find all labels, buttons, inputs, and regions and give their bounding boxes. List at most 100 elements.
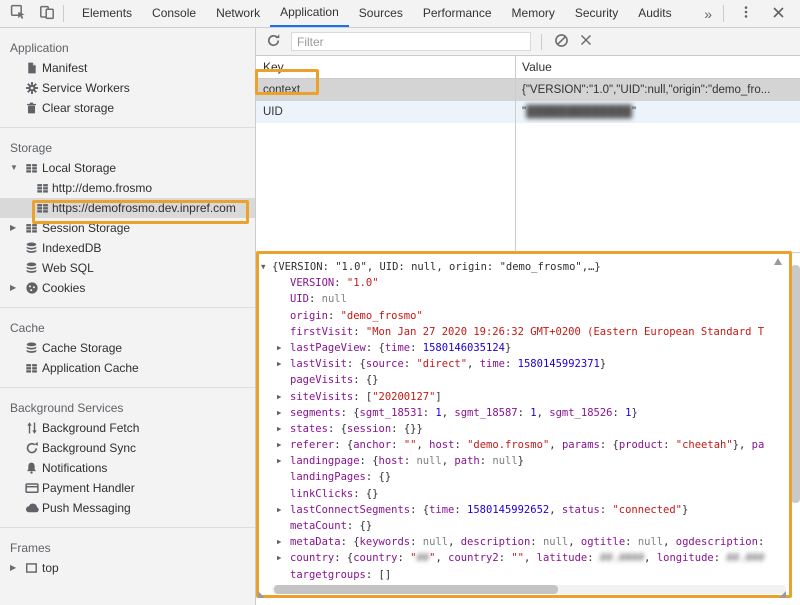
corner-mark-bottom-right [779, 591, 786, 598]
preview-line[interactable]: ▼{VERSION: "1.0", UID: null, origin: "de… [256, 259, 800, 275]
corner-mark-top-right [774, 258, 782, 265]
tab-network[interactable]: Network [206, 0, 270, 27]
tab-console[interactable]: Console [142, 0, 206, 27]
tab-application[interactable]: Application [270, 0, 349, 27]
file-icon [25, 61, 39, 75]
horizontal-scrollbar[interactable] [272, 585, 786, 594]
expander-closed-icon[interactable]: ▶ [277, 550, 282, 566]
sidebar-item-web-sql[interactable]: Web SQL [0, 258, 255, 278]
clear-all-button[interactable] [551, 32, 571, 52]
table-icon [36, 181, 50, 195]
preview-line[interactable]: ▶referer: {anchor: "", host: "demo.frosm… [256, 437, 800, 453]
sidebar-item-service-workers[interactable]: Service Workers [0, 78, 255, 98]
application-panel-sidebar: Application Manifest Service WorkersClear … [0, 28, 256, 605]
sidebar-item-label: Session Storage [42, 221, 130, 235]
chevron-right-icon[interactable]: ▶ [10, 558, 16, 578]
toolbar-divider-right [723, 5, 724, 22]
tab-elements[interactable]: Elements [72, 0, 142, 27]
sidebar-item-http-demo-frosmo[interactable]: http://demo.frosmo [0, 178, 255, 198]
inspect-element-button[interactable] [8, 4, 28, 24]
sidebar-item-label: Cookies [42, 281, 85, 295]
expander-closed-icon[interactable]: ▶ [277, 340, 282, 356]
expander-closed-icon[interactable]: ▶ [277, 534, 282, 550]
preview-line[interactable]: ▶siteVisits: ["20200127"] [256, 389, 800, 405]
local-storage-toolbar [256, 28, 800, 56]
table-row-uid[interactable]: UID"█████████████" [256, 101, 800, 123]
sidebar-item-top[interactable]: ▶top [0, 558, 255, 578]
sidebar-item-label: Payment Handler [42, 481, 135, 495]
preview-line[interactable]: ▶country: {country: "##", country2: "", … [256, 550, 800, 566]
preview-line[interactable]: ▶landingpage: {host: null, path: null} [256, 453, 800, 469]
sidebar-item-local-storage[interactable]: ▼ Local Storage [0, 158, 255, 178]
sidebar-item-background-fetch[interactable]: Background Fetch [0, 418, 255, 438]
sidebar-section-frames: Frames▶top [0, 528, 255, 587]
delete-selected-button[interactable] [576, 32, 596, 52]
frame-icon [25, 561, 39, 575]
devtools-menu-button[interactable] [736, 4, 756, 24]
sidebar-item-notifications[interactable]: Notifications [0, 458, 255, 478]
more-tabs-icon[interactable]: » [704, 6, 711, 22]
vertical-scrollbar[interactable] [791, 259, 800, 593]
sync-icon [25, 441, 39, 455]
sidebar-item-session-storage[interactable]: ▶ Session Storage [0, 218, 255, 238]
column-header-key[interactable]: Key [256, 60, 284, 74]
database-icon [25, 241, 39, 255]
table-row-context[interactable]: context{"VERSION":"1.0","UID":null,"orig… [256, 79, 800, 101]
chevron-down-icon[interactable]: ▼ [10, 158, 18, 178]
preview-line[interactable]: ▶lastPageView: {time: 1580146035124} [256, 340, 800, 356]
chevron-right-icon[interactable]: ▶ [10, 218, 16, 238]
tab-sources[interactable]: Sources [349, 0, 413, 27]
redacted-value: ##.### [726, 552, 764, 564]
expander-open-icon[interactable]: ▼ [261, 259, 266, 275]
column-header-value[interactable]: Value [522, 56, 552, 78]
sidebar-item-label: Notifications [42, 461, 107, 475]
preview-line: pageVisits: {} [256, 372, 800, 388]
refresh-button[interactable] [264, 33, 282, 51]
sidebar-item-background-sync[interactable]: Background Sync [0, 438, 255, 458]
sidebar-section-application: Application Manifest Service WorkersClear … [0, 28, 255, 128]
tab-memory[interactable]: Memory [502, 0, 565, 27]
filter-input[interactable] [291, 32, 531, 51]
sidebar-item-label: Local Storage [42, 161, 116, 175]
sidebar-item-payment-handler[interactable]: Payment Handler [0, 478, 255, 498]
expander-closed-icon[interactable]: ▶ [277, 405, 282, 421]
sidebar-item-manifest[interactable]: Manifest [0, 58, 255, 78]
sidebar-item-clear-storage[interactable]: Clear storage [0, 98, 255, 118]
preview-line: landingPages: {} [256, 469, 800, 485]
sidebar-section-storage: Storage▼Local Storagehttp://demo.frosmoh… [0, 128, 255, 308]
database-icon [25, 261, 39, 275]
column-resizer[interactable] [515, 56, 516, 252]
preview-line[interactable]: ▶lastVisit: {source: "direct", time: 158… [256, 356, 800, 372]
preview-line[interactable]: ▶segments: {sgmt_18531: 1, sgmt_18587: 1… [256, 405, 800, 421]
expander-closed-icon[interactable]: ▶ [277, 421, 282, 437]
table-icon [36, 201, 50, 215]
redacted-value: ## [416, 552, 429, 564]
sidebar-item-https-demofrosmo-dev-inpref-com[interactable]: https://demofrosmo.dev.inpref.com [0, 198, 255, 218]
device-toolbar-icon [39, 4, 55, 23]
block-icon [554, 33, 569, 51]
expander-closed-icon[interactable]: ▶ [277, 453, 282, 469]
expander-closed-icon[interactable]: ▶ [277, 502, 282, 518]
preview-line[interactable]: ▶lastConnectSegments: {time: 15801459926… [256, 502, 800, 518]
sidebar-item-push-messaging[interactable]: Push Messaging [0, 498, 255, 518]
tab-audits[interactable]: Audits [628, 0, 681, 27]
devtools-close-button[interactable] [768, 4, 788, 24]
value-cell: {"VERSION":"1.0","UID":null,"origin":"de… [522, 79, 798, 101]
sidebar-section-cache: CacheCache StorageApplication Cache [0, 308, 255, 388]
close-icon [772, 6, 785, 22]
sidebar-item-label: Manifest [42, 61, 87, 75]
sidebar-item-cache-storage[interactable]: Cache Storage [0, 338, 255, 358]
chevron-right-icon[interactable]: ▶ [10, 278, 16, 298]
sidebar-item-application-cache[interactable]: Application Cache [0, 358, 255, 378]
section-title: Application [0, 38, 255, 58]
tab-security[interactable]: Security [565, 0, 628, 27]
sidebar-item-cookies[interactable]: ▶ Cookies [0, 278, 255, 298]
expander-closed-icon[interactable]: ▶ [277, 437, 282, 453]
expander-closed-icon[interactable]: ▶ [277, 389, 282, 405]
device-toolbar-button[interactable] [37, 4, 57, 24]
preview-line[interactable]: ▶states: {session: {}} [256, 421, 800, 437]
preview-line[interactable]: ▶metaData: {keywords: null, description:… [256, 534, 800, 550]
tab-performance[interactable]: Performance [413, 0, 502, 27]
expander-closed-icon[interactable]: ▶ [277, 356, 282, 372]
sidebar-item-indexeddb[interactable]: IndexedDB [0, 238, 255, 258]
